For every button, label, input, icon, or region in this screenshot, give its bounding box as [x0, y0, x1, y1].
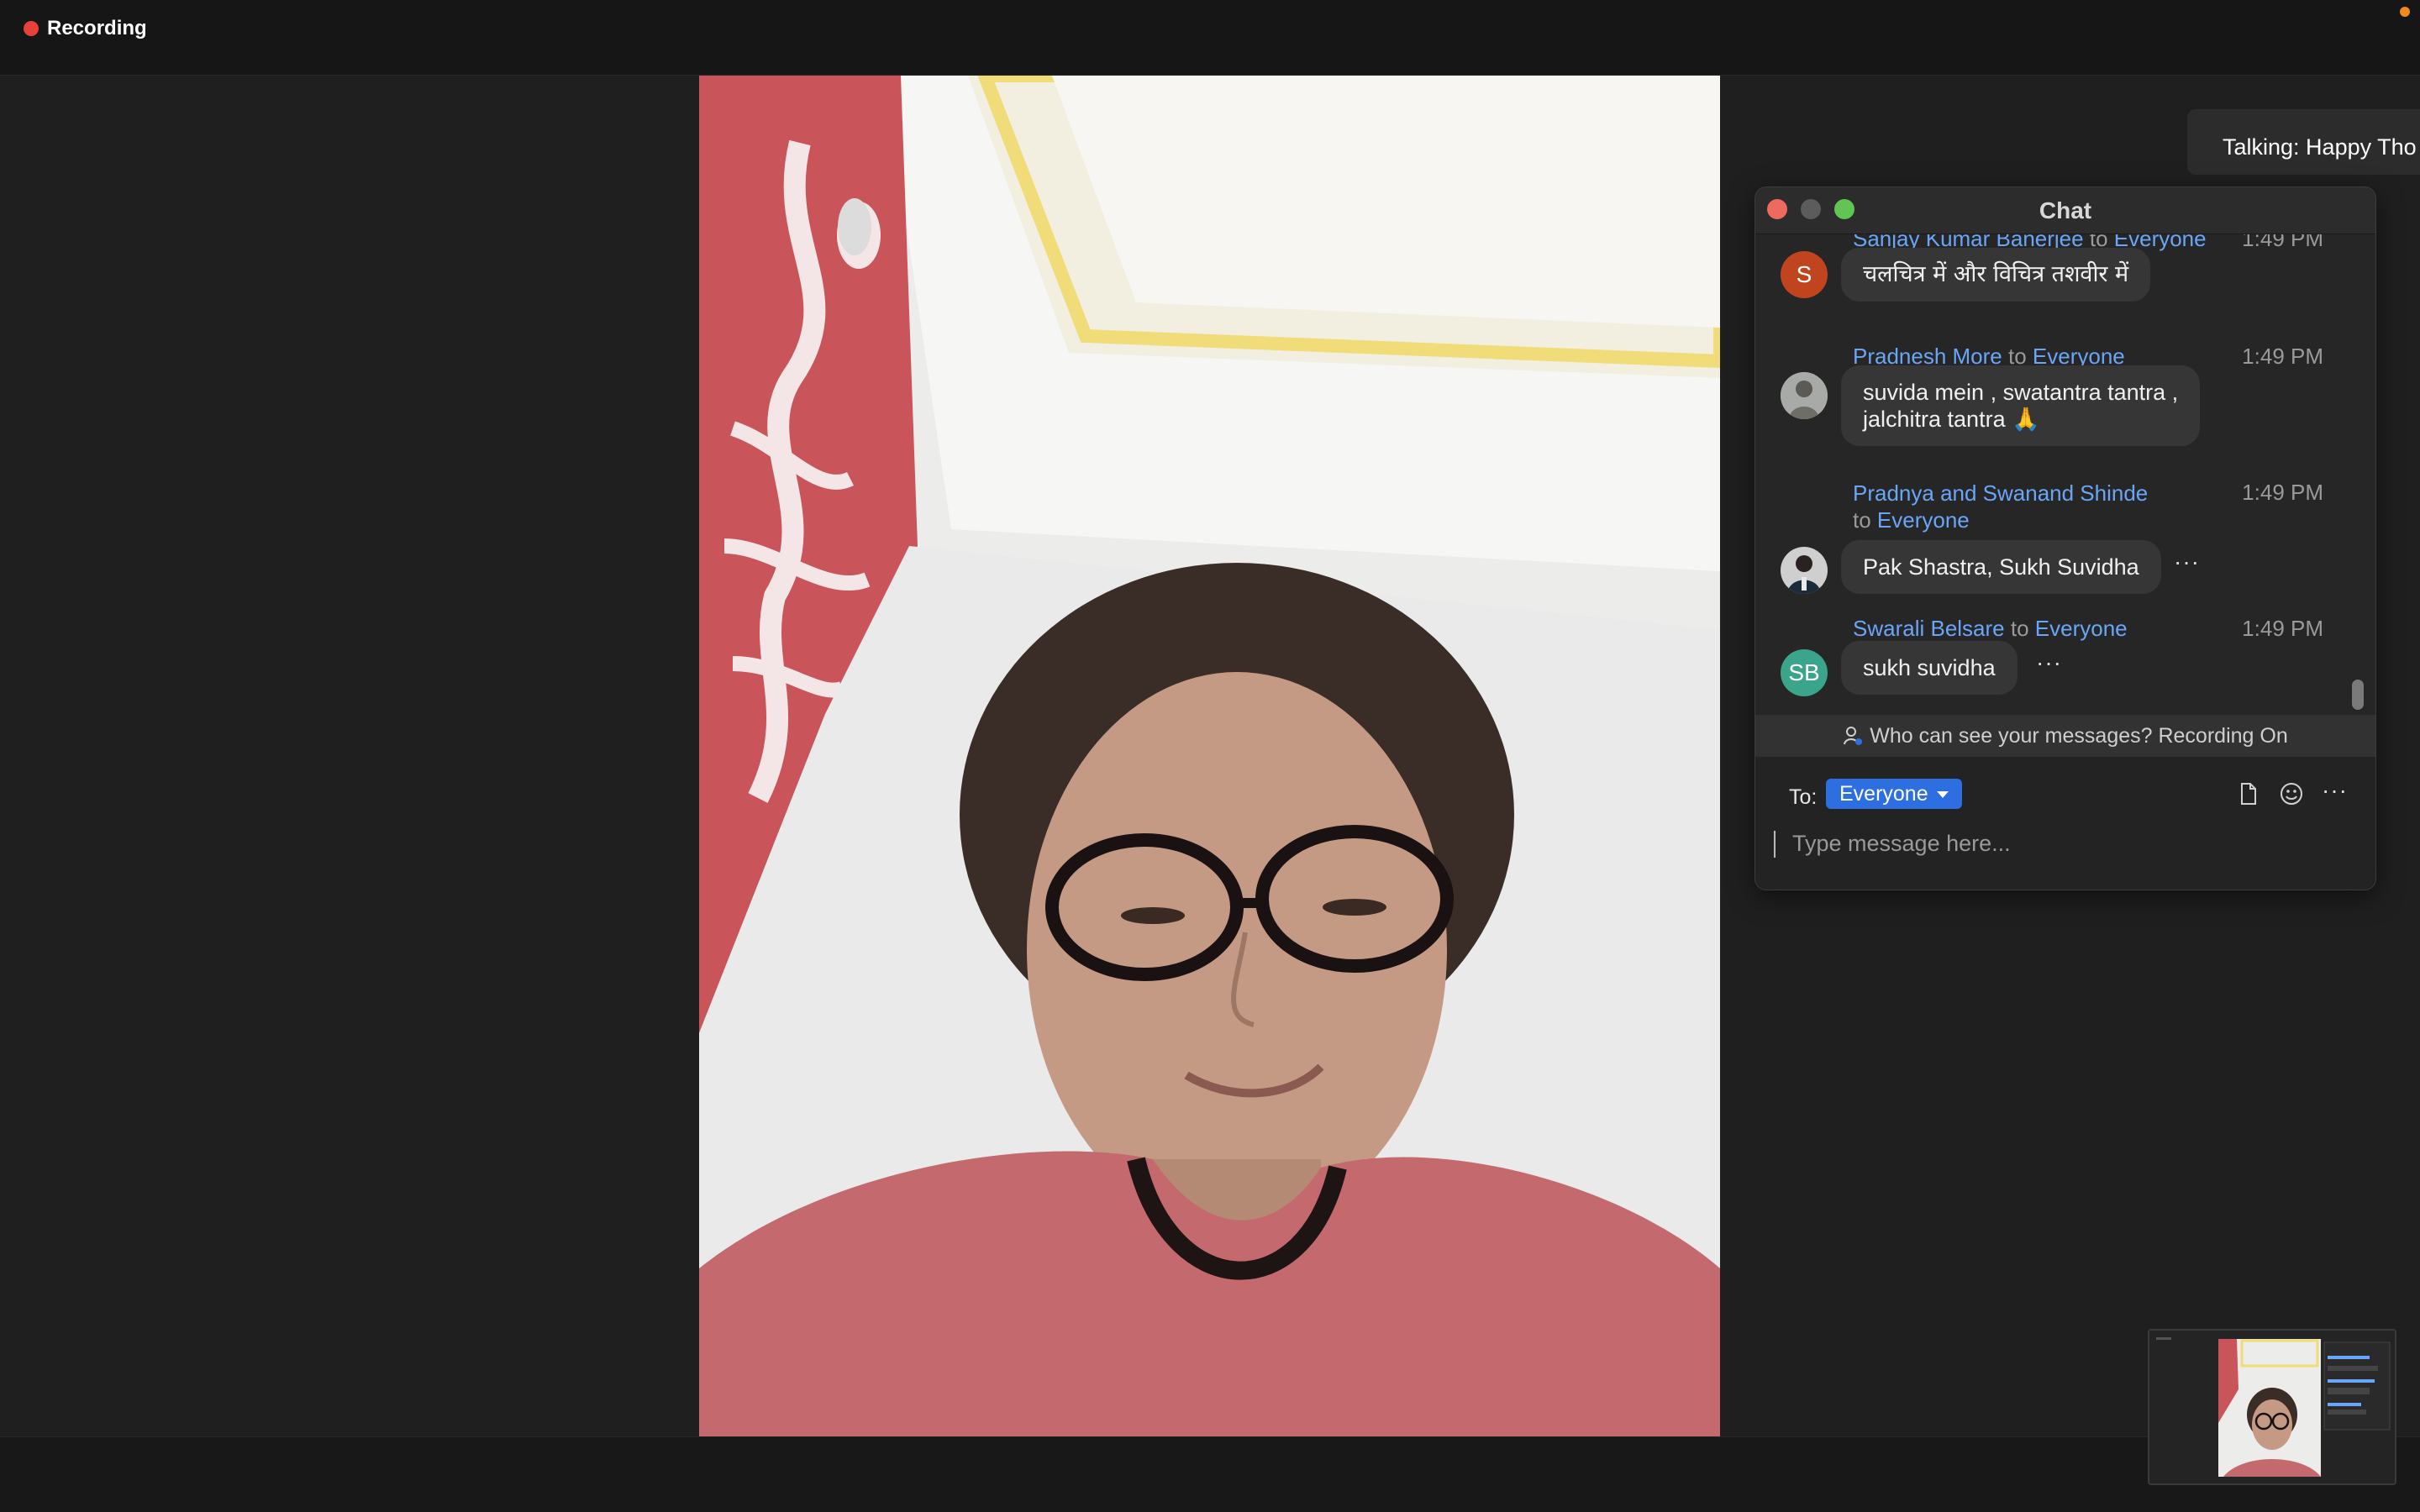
to-word: to	[1853, 507, 1871, 533]
chat-title: Chat	[2039, 197, 2092, 223]
privacy-notice[interactable]: Who can see your messages? Recording On	[1755, 715, 2375, 757]
to-word: to	[2010, 616, 2029, 641]
self-view-preview	[2149, 1331, 2395, 1483]
message-more-button[interactable]: ···	[2036, 649, 2062, 676]
chat-window[interactable]: Chat Sanjay Kumar Banerjee to Everyone 1…	[1754, 186, 2376, 890]
recording-label: Recording	[47, 17, 147, 39]
chat-scrollbar-thumb[interactable]	[2352, 680, 2364, 710]
avatar-photo	[1781, 372, 1828, 419]
talking-indicator: Talking: Happy Tho	[2187, 109, 2420, 175]
person-visibility-icon	[1844, 727, 1863, 745]
recipient-name: Everyone	[1876, 507, 1970, 533]
speaker-video-frame	[699, 76, 1720, 1436]
recording-dot-icon	[24, 21, 39, 36]
avatar-photo-icon	[1781, 372, 1828, 419]
message-bubble[interactable]: चलचित्र में और विचित्र तशवीर में	[1841, 248, 2151, 302]
bottom-bar	[0, 1436, 2420, 1512]
avatar: S	[1781, 251, 1828, 298]
sender-name[interactable]: Pradnya and Swanand Shinde	[1853, 480, 2148, 506]
avatar-photo	[1781, 547, 1828, 594]
message-text-line: jalchitra tantra 🙏	[1863, 407, 2040, 432]
recipient-name: Everyone	[2034, 616, 2128, 641]
sender-name[interactable]: Swarali Belsare	[1853, 616, 2005, 641]
chat-compose-area: To: Everyone ···	[1755, 757, 2375, 890]
message-time: 1:49 PM	[2242, 480, 2323, 505]
privacy-notice-text: Who can see your messages? Recording On	[1870, 724, 2288, 748]
emoji-icon[interactable]	[2278, 780, 2305, 807]
to-label: To:	[1789, 785, 1818, 809]
recipient-dropdown-value: Everyone	[1839, 782, 1928, 806]
compose-more-button[interactable]: ···	[2322, 777, 2348, 804]
chat-scrollbar-track[interactable]	[2354, 234, 2362, 715]
mic-in-use-indicator-icon	[2400, 7, 2410, 17]
recording-indicator[interactable]: Recording	[24, 17, 147, 40]
message-more-button[interactable]: ···	[2174, 549, 2200, 575]
message-bubble[interactable]: Pak Shastra, Sukh Suvidha	[1841, 540, 2161, 594]
message-time: 1:49 PM	[2242, 234, 2323, 251]
chat-title-bar[interactable]: Chat	[1755, 187, 2375, 234]
avatar-photo-icon	[1781, 547, 1828, 594]
self-view-thumbnail[interactable]	[2148, 1329, 2396, 1485]
chat-message-list[interactable]: Sanjay Kumar Banerjee to Everyone 1:49 P…	[1755, 234, 2375, 715]
top-bar: Recording	[0, 0, 2420, 76]
meeting-window: Recording Talking: Happy Tho Chat Sanjay…	[0, 0, 2420, 1512]
message-header: Pradnya and Swanand Shinde to Everyone	[1853, 480, 2172, 533]
message-time: 1:49 PM	[2242, 616, 2323, 641]
message-input[interactable]	[1772, 822, 2360, 864]
message-time: 1:49 PM	[2242, 344, 2323, 369]
recipient-dropdown[interactable]: Everyone	[1826, 779, 1962, 809]
chevron-down-icon	[1936, 791, 1949, 798]
message-bubble[interactable]: sukh suvidha	[1841, 641, 2018, 695]
avatar: SB	[1781, 649, 1828, 696]
message-header: Swarali Belsare to Everyone	[1853, 616, 2128, 642]
file-icon[interactable]	[2234, 780, 2261, 807]
message-bubble[interactable]: suvida mein , swatantra tantra , jalchit…	[1841, 365, 2201, 446]
message-text-line: suvida mein , swatantra tantra ,	[1863, 380, 2179, 405]
active-speaker-video	[699, 76, 1720, 1436]
